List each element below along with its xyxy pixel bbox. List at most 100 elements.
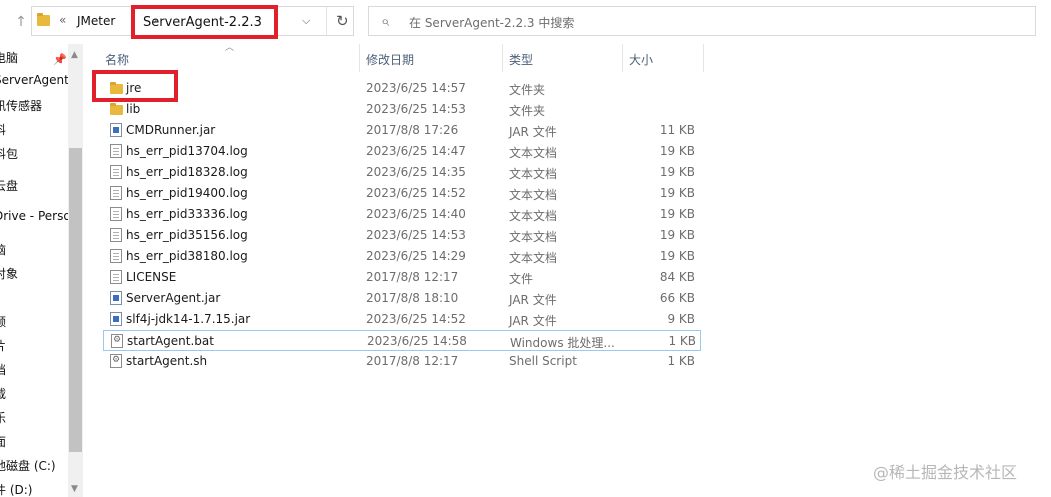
text-file-icon [110, 144, 122, 158]
sort-ascending-icon: ︿ [225, 43, 235, 53]
refresh-icon[interactable]: ↻ [336, 12, 349, 30]
nav-item[interactable]: 乐 [0, 409, 6, 426]
nav-item[interactable]: Drive - Perso [0, 209, 68, 223]
nav-item[interactable]: 讯传感器 [0, 97, 42, 114]
file-type: 文本文档 [509, 188, 558, 202]
file-date: 2023/6/25 14:29 [366, 249, 466, 263]
file-type: 文件 [509, 272, 534, 286]
search-input[interactable]: 在 ServerAgent-2.2.3 中搜索 [409, 14, 574, 31]
file-size: 19 KB [659, 144, 695, 158]
nav-item[interactable]: 频 [0, 313, 6, 330]
file-type: JAR 文件 [509, 314, 557, 328]
table-row[interactable]: startAgent.sh 2017/8/8 12:17 Shell Scrip… [103, 351, 701, 372]
file-name: slf4j-jdk14-1.7.15.jar [126, 312, 251, 326]
text-file-icon [110, 228, 122, 242]
column-header-date[interactable]: 修改日期 [366, 51, 414, 68]
folder-icon [110, 103, 123, 115]
nav-item[interactable]: 片 [0, 337, 6, 354]
file-type: JAR 文件 [509, 125, 557, 139]
pin-icon[interactable]: 📌 [53, 53, 67, 66]
script-file-icon [110, 354, 122, 368]
file-type: 文本文档 [509, 146, 558, 160]
address-overflow-chevron[interactable]: « [59, 13, 66, 27]
table-row[interactable]: slf4j-jdk14-1.7.15.jar 2023/6/25 14:52 J… [103, 309, 701, 330]
file-type: 文本文档 [509, 209, 558, 223]
nav-item[interactable]: 面 [0, 433, 6, 450]
nav-item[interactable]: 地磁盘 (C:) [0, 457, 56, 474]
column-divider[interactable] [359, 44, 360, 72]
file-name: hs_err_pid19400.log [126, 186, 248, 200]
nav-scrollbar[interactable]: ▲ ▼ [68, 44, 83, 497]
table-row[interactable]: jre 2023/6/25 14:57 文件夹 [103, 78, 701, 99]
file-date: 2023/6/25 14:53 [366, 102, 466, 116]
text-file-icon [110, 165, 122, 179]
nav-item[interactable]: 云盘 [0, 177, 18, 194]
highlight-box-jre [92, 70, 178, 102]
table-row[interactable]: CMDRunner.jar 2017/8/8 17:26 JAR 文件 11 K… [103, 120, 701, 141]
jar-file-icon [110, 123, 122, 137]
column-divider[interactable] [502, 44, 503, 72]
file-size: 19 KB [659, 228, 695, 242]
nav-item[interactable]: 载 [0, 385, 6, 402]
address-bar[interactable]: « JMeter › ServerAgent-2.2.3 ⌵ ↻ [31, 5, 354, 39]
nav-item[interactable]: 电脑 [0, 49, 18, 66]
nav-item[interactable]: 料 [0, 121, 6, 138]
column-divider[interactable] [703, 44, 704, 72]
chevron-down-icon[interactable]: ⌵ [302, 14, 310, 28]
table-row[interactable]: hs_err_pid33336.log 2023/6/25 14:40 文本文档… [103, 204, 701, 225]
file-type: Windows 批处理... [510, 336, 615, 350]
file-type: 文本文档 [509, 230, 558, 244]
scroll-down-icon[interactable]: ▼ [71, 484, 78, 494]
nav-item[interactable]: 档 [0, 361, 6, 378]
file-type: JAR 文件 [509, 293, 557, 307]
table-row-selected[interactable]: startAgent.bat 2023/6/25 14:58 Windows 批… [103, 330, 701, 351]
column-headers: ︿ 名称 修改日期 类型 大小 [97, 43, 717, 72]
table-row[interactable]: hs_err_pid35156.log 2023/6/25 14:53 文本文档… [103, 225, 701, 246]
table-row[interactable]: hs_err_pid19400.log 2023/6/25 14:52 文本文档… [103, 183, 701, 204]
table-row[interactable]: hs_err_pid38180.log 2023/6/25 14:29 文本文档… [103, 246, 701, 267]
nav-item[interactable]: 脑 [0, 241, 6, 258]
toolbar: ↑ « JMeter › ServerAgent-2.2.3 ⌵ ↻ ⌕ 在 S… [0, 0, 1051, 44]
text-file-icon [110, 249, 122, 263]
folder-icon [37, 13, 50, 26]
address-segment-jmeter[interactable]: JMeter [77, 14, 115, 28]
address-divider [326, 7, 327, 35]
file-size: 9 KB [667, 312, 695, 326]
file-type: 文本文档 [509, 251, 558, 265]
nav-item[interactable]: 对象 [0, 265, 18, 282]
file-date: 2023/6/25 14:58 [367, 334, 467, 348]
table-row[interactable]: hs_err_pid18328.log 2023/6/25 14:35 文本文档… [103, 162, 701, 183]
search-icon: ⌕ [381, 12, 390, 30]
column-header-type[interactable]: 类型 [509, 51, 533, 68]
scroll-thumb[interactable] [69, 148, 82, 452]
table-row[interactable]: LICENSE 2017/8/8 12:17 文件 84 KB [103, 267, 701, 288]
table-row[interactable]: lib 2023/6/25 14:53 文件夹 [103, 99, 701, 120]
file-date: 2023/6/25 14:57 [366, 81, 466, 95]
file-date: 2017/8/8 12:17 [366, 270, 459, 284]
table-row[interactable]: hs_err_pid13704.log 2023/6/25 14:47 文本文档… [103, 141, 701, 162]
table-row[interactable]: ServerAgent.jar 2017/8/8 18:10 JAR 文件 66… [103, 288, 701, 309]
nav-item[interactable]: ServerAgent-2. [0, 73, 68, 87]
file-name: hs_err_pid38180.log [126, 249, 248, 263]
file-size: 1 KB [668, 334, 696, 348]
column-divider[interactable] [622, 44, 623, 72]
nav-item[interactable]: 件 (D:) [0, 481, 32, 497]
file-size: 1 KB [667, 354, 695, 368]
column-header-size[interactable]: 大小 [629, 51, 653, 68]
nav-item[interactable]: 料包 [0, 145, 18, 162]
file-date: 2023/6/25 14:47 [366, 144, 466, 158]
address-segment-current[interactable]: ServerAgent-2.2.3 [131, 5, 278, 39]
up-arrow-icon[interactable]: ↑ [12, 13, 30, 31]
file-name: CMDRunner.jar [126, 123, 216, 137]
scroll-up-icon[interactable]: ▲ [71, 50, 78, 60]
column-header-name[interactable]: 名称 [105, 51, 129, 68]
watermark: @稀土掘金技术社区 [873, 463, 1018, 482]
search-box[interactable]: ⌕ 在 ServerAgent-2.2.3 中搜索 [368, 6, 1036, 36]
file-name: LICENSE [126, 270, 177, 284]
file-name: lib [126, 102, 141, 116]
file-date: 2023/6/25 14:52 [366, 186, 466, 200]
file-name: startAgent.sh [126, 354, 208, 368]
text-file-icon [110, 207, 122, 221]
jar-file-icon [110, 291, 122, 305]
file-size: 11 KB [659, 123, 695, 137]
